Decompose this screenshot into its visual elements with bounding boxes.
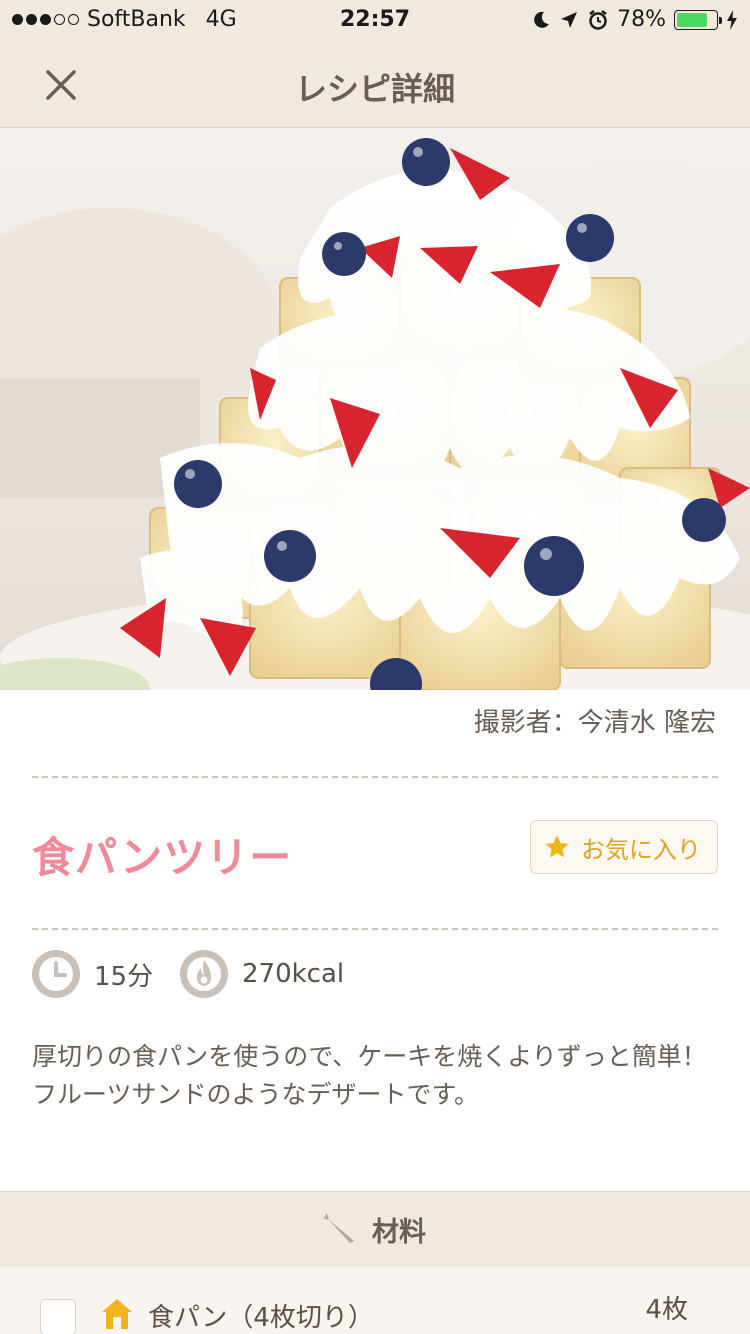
ingredient-row: 食パン（4枚切り） 4枚: [0, 1267, 750, 1334]
calories-value: 270kcal: [242, 959, 345, 989]
calories: 270kcal: [180, 950, 344, 998]
battery-percent: 78%: [617, 7, 666, 32]
battery-icon: [674, 9, 722, 30]
status-bar: SoftBank 4G 22:57 78%: [0, 0, 750, 40]
ingredient-quantity: 4枚: [645, 1295, 688, 1325]
navigation-bar: レシピ詳細: [0, 40, 750, 128]
alarm-icon: [589, 9, 607, 30]
strawberry-blueberry-bread-tree-photo: [0, 128, 750, 690]
ingredients-header: 材料: [0, 1191, 750, 1267]
status-right: 78%: [531, 7, 738, 32]
recipe-photo: [0, 128, 750, 690]
location-arrow-icon: [561, 11, 578, 28]
home-icon: [102, 1299, 132, 1329]
photographer-credit: 撮影者：今清水 隆宏: [473, 708, 716, 738]
recipe-description: 厚切りの食パンを使うので、ケーキを焼くよりずっと簡単！フルーツサンドのようなデザ…: [32, 1042, 707, 1109]
moon-icon: [534, 11, 550, 28]
divider: [32, 776, 718, 778]
charging-bolt-icon: [727, 9, 737, 30]
recipe-title: 食パンツリー: [32, 833, 293, 882]
flame-icon: [180, 950, 228, 998]
ingredient-checkbox[interactable]: [40, 1299, 76, 1334]
favorite-button[interactable]: お気に入り: [530, 820, 718, 874]
ingredient-name: 食パン（4枚切り）: [148, 1303, 374, 1333]
divider: [32, 928, 718, 930]
clock-icon: [32, 950, 80, 998]
cook-time-value: 15分: [94, 961, 154, 992]
favorite-label[interactable]: お気に入り: [581, 830, 701, 865]
star-icon[interactable]: [543, 833, 571, 861]
page-title: レシピ詳細: [294, 70, 455, 108]
cook-time: 15分: [32, 950, 153, 998]
ingredients-title: 材料: [372, 1217, 426, 1248]
carrot-icon: [324, 1213, 354, 1243]
